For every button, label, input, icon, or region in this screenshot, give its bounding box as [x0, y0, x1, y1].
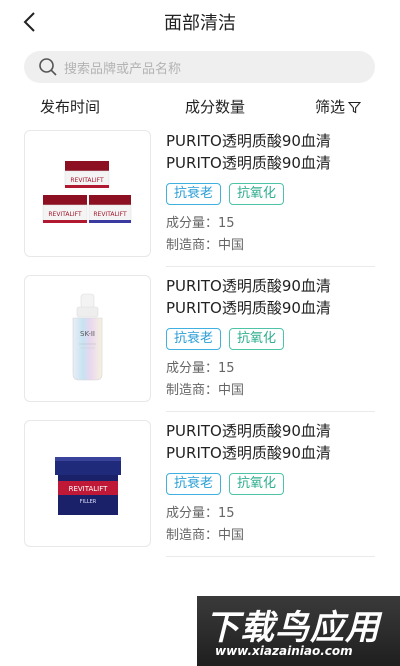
- svg-text:FILLER: FILLER: [80, 499, 97, 505]
- svg-text:SK-II: SK-II: [80, 330, 95, 338]
- filter-button[interactable]: 筛选: [315, 96, 362, 117]
- manufacturer: 制造商：中国: [166, 383, 245, 398]
- product-image: REVITALIFT REVITALIFT REVITALIFT: [24, 130, 151, 257]
- svg-text:REVITALIFT: REVITALIFT: [93, 211, 127, 218]
- product-image: SK-II: [24, 275, 151, 402]
- product-image: REVITALIFT FILLER: [24, 420, 151, 547]
- tag-antioxidant: 抗氧化: [229, 328, 285, 350]
- tag-list: 抗衰老 抗氧化: [166, 328, 292, 350]
- search-icon: [39, 58, 57, 76]
- tag-anti-aging: 抗衰老: [166, 473, 222, 495]
- tag-antioxidant: 抗氧化: [229, 183, 285, 205]
- tag-anti-aging: 抗衰老: [166, 328, 222, 350]
- divider: [166, 411, 375, 412]
- filter-label: 筛选: [315, 98, 346, 116]
- filter-bar: 发布时间 成分数量 筛选: [0, 92, 400, 120]
- svg-text:REVITALIFT: REVITALIFT: [48, 211, 82, 218]
- tag-list: 抗衰老 抗氧化: [166, 473, 292, 495]
- divider: [166, 266, 375, 267]
- watermark-logo: 下载鸟应用 www.xiazainiao.com: [197, 596, 400, 666]
- product-item[interactable]: REVITALIFT REVITALIFT REVITALIFT PURITO透…: [0, 130, 400, 270]
- top-bar: 面部清洁: [0, 0, 400, 44]
- search-input[interactable]: 搜索品牌或产品名称: [24, 51, 375, 83]
- watermark-url: www.xiazainiao.com: [215, 644, 353, 658]
- tag-list: 抗衰老 抗氧化: [166, 183, 292, 205]
- product-name: PURITO透明质酸90血清PURITO透明质酸90血清: [166, 132, 331, 172]
- sort-by-ingredient-count-button[interactable]: 成分数量: [185, 96, 245, 117]
- ingredient-count: 成分量：15: [166, 216, 235, 231]
- manufacturer: 制造商：中国: [166, 528, 245, 543]
- manufacturer: 制造商：中国: [166, 238, 245, 253]
- product-name: PURITO透明质酸90血清PURITO透明质酸90血清: [166, 422, 331, 462]
- tag-antioxidant: 抗氧化: [229, 473, 285, 495]
- page-title: 面部清洁: [164, 13, 236, 34]
- ingredient-count: 成分量：15: [166, 361, 235, 376]
- product-name: PURITO透明质酸90血清PURITO透明质酸90血清: [166, 277, 331, 317]
- sort-by-time-button[interactable]: 发布时间: [40, 96, 100, 117]
- watermark-text: 下载鸟应用: [205, 608, 380, 648]
- search-placeholder: 搜索品牌或产品名称: [64, 62, 182, 77]
- ingredient-count: 成分量：15: [166, 506, 235, 521]
- product-item[interactable]: SK-II PURITO透明质酸90血清PURITO透明质酸90血清 抗衰老 抗…: [0, 275, 400, 415]
- funnel-icon: [348, 101, 362, 113]
- svg-text:REVITALIFT: REVITALIFT: [69, 485, 109, 493]
- product-item[interactable]: REVITALIFT FILLER PURITO透明质酸90血清PURITO透明…: [0, 420, 400, 560]
- tag-anti-aging: 抗衰老: [166, 183, 222, 205]
- svg-text:REVITALIFT: REVITALIFT: [70, 177, 104, 184]
- divider: [166, 556, 375, 557]
